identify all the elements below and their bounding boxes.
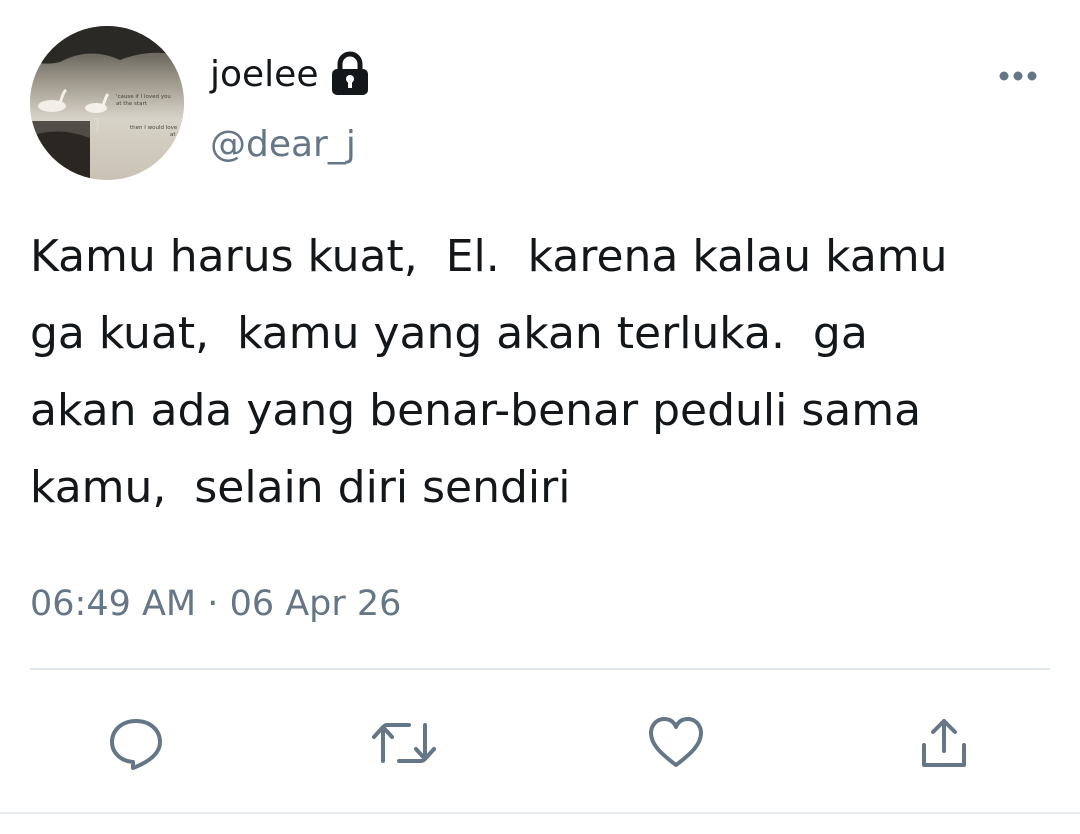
retweet-icon: [372, 723, 436, 763]
tweet-time: 06:49 AM: [30, 584, 197, 624]
avatar-caption-3: then I would love: [130, 125, 178, 131]
lock-icon: [326, 50, 374, 98]
share-button[interactable]: [909, 708, 979, 778]
more-options-button[interactable]: [990, 58, 1046, 94]
more-icon: [999, 71, 1037, 81]
share-icon: [922, 719, 966, 767]
tweet-date: 06 Apr 26: [229, 584, 402, 624]
timestamp-separator: ·: [207, 584, 219, 624]
like-button[interactable]: [641, 708, 711, 778]
avatar-caption-1: 'cause if I loved you: [116, 94, 171, 100]
tweet-text: Kamu harus kuat, El. karena kalau kamu g…: [30, 231, 948, 513]
heart-icon: [649, 717, 703, 767]
avatar-caption-4: at th: [170, 132, 183, 138]
action-bar: [0, 708, 1080, 778]
reply-button[interactable]: [101, 708, 171, 778]
display-name[interactable]: joelee: [210, 54, 318, 95]
divider: [30, 668, 1050, 670]
tweet-card: 'cause if I loved you at the start then …: [0, 0, 1080, 834]
display-name-row: joelee: [210, 48, 374, 100]
timestamp[interactable]: 06:49 AM · 06 Apr 26: [30, 584, 401, 624]
comment-icon: [110, 719, 162, 770]
avatar-caption-2: at the start: [116, 101, 148, 107]
avatar[interactable]: 'cause if I loved you at the start then …: [30, 26, 184, 180]
handle[interactable]: @dear_j: [210, 124, 356, 165]
bottom-divider: [0, 812, 1080, 814]
avatar-image: 'cause if I loved you at the start then …: [30, 26, 184, 180]
retweet-button[interactable]: [369, 708, 439, 778]
